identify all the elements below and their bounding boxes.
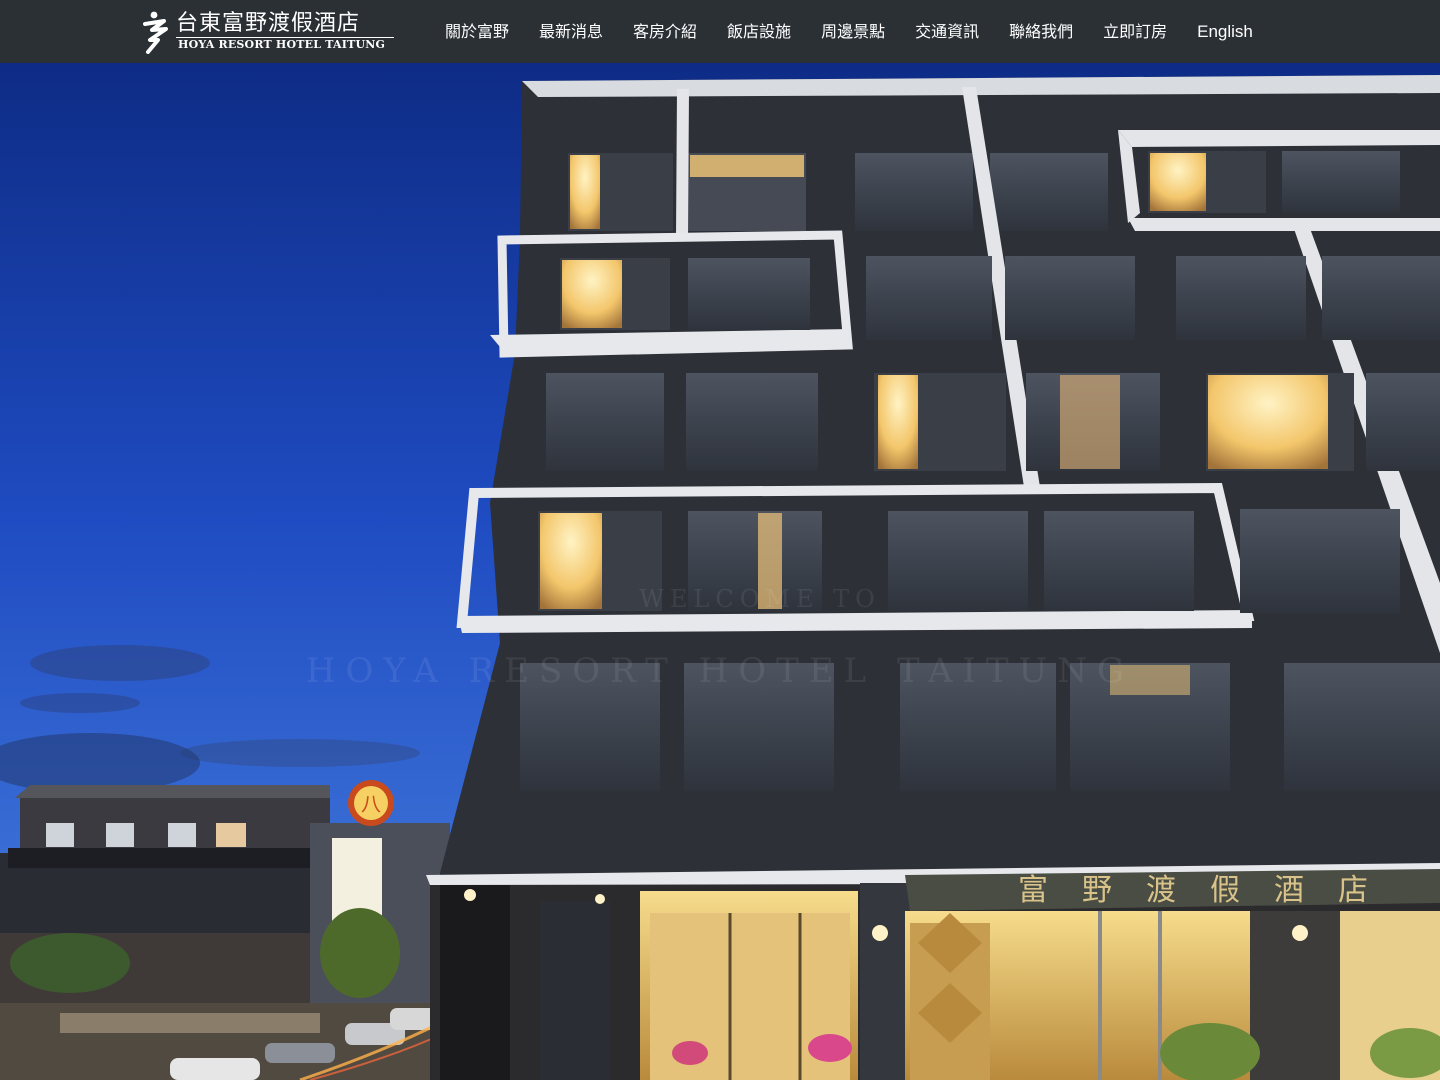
- top-navbar: 台東富野渡假酒店 HOYA RESORT HOTEL TAITUNG 關於富野 …: [0, 0, 1440, 63]
- menu-item-contact[interactable]: 聯絡我們: [994, 0, 1088, 63]
- svg-text:富野渡假酒店: 富野渡假酒店: [1018, 873, 1402, 908]
- hotel-night-photo: 八 富野渡假酒店: [0, 63, 1440, 1080]
- menu-item-english[interactable]: English: [1182, 0, 1268, 63]
- logo-chinese-name: 台東富野渡假酒店: [176, 11, 361, 36]
- logo-english-name: HOYA RESORT HOTEL TAITUNG: [178, 38, 386, 51]
- main-menu: 關於富野 最新消息 客房介紹 飯店設施 周邊景點 交通資訊 聯絡我們 立即訂房 …: [430, 0, 1268, 63]
- hero-watermark-hotel-name: HOYA RESORT HOTEL TAITUNG: [305, 651, 1135, 691]
- menu-item-facilities[interactable]: 飯店設施: [712, 0, 806, 63]
- hotel-logo[interactable]: 台東富野渡假酒店 HOYA RESORT HOTEL TAITUNG: [142, 10, 398, 54]
- hero-watermark-welcome: WELCOME TO: [639, 585, 881, 613]
- menu-item-transportation[interactable]: 交通資訊: [900, 0, 994, 63]
- hero-banner: 八 富野渡假酒店 WELCOME TO HOYA RESORT HOTEL TA…: [0, 63, 1440, 1080]
- menu-item-booking[interactable]: 立即訂房: [1088, 0, 1182, 63]
- menu-item-rooms[interactable]: 客房介紹: [618, 0, 712, 63]
- menu-item-attractions[interactable]: 周邊景點: [806, 0, 900, 63]
- menu-item-about[interactable]: 關於富野: [430, 0, 524, 63]
- menu-item-news[interactable]: 最新消息: [524, 0, 618, 63]
- svg-text:八: 八: [361, 792, 381, 816]
- runner-logo-icon: [143, 11, 168, 54]
